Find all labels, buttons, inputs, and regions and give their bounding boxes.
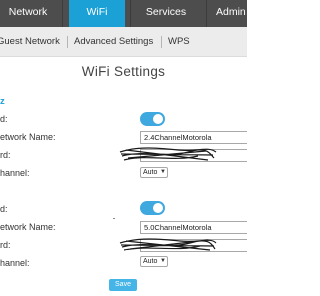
tab-network[interactable]: Network xyxy=(0,0,56,27)
toggle-knob xyxy=(153,114,163,124)
password-label: rd: xyxy=(0,150,11,160)
save-button[interactable]: Save xyxy=(109,279,137,291)
tab-wifi[interactable]: WiFi xyxy=(69,0,125,27)
router-wifi-settings-page: Network WiFi Services Admin Guest Networ… xyxy=(0,0,247,296)
topnav-divider xyxy=(206,0,207,27)
tab-admin[interactable]: Admin xyxy=(216,0,247,27)
subnav-divider xyxy=(67,36,68,48)
redaction-scribble xyxy=(119,147,217,161)
subnav-guest-network[interactable]: Guest Network xyxy=(0,27,60,56)
wifi-5-enable-toggle[interactable] xyxy=(140,201,165,215)
topnav-divider xyxy=(62,0,63,27)
wifi-24-enable-toggle[interactable] xyxy=(140,112,165,126)
stray-mark xyxy=(113,218,115,219)
channel-label: hannel: xyxy=(0,258,30,268)
channel-select-value: Auto xyxy=(143,258,158,265)
wifi-24-network-name-input[interactable]: 2.4ChannelMotorola xyxy=(140,131,247,144)
sub-navigation: Guest Network Advanced Settings WPS xyxy=(0,27,247,57)
subnav-wps[interactable]: WPS xyxy=(168,27,190,56)
tab-services[interactable]: Services xyxy=(136,0,196,27)
wifi-enabled-label: d: xyxy=(0,204,8,214)
chevron-down-icon: ▼ xyxy=(160,169,166,175)
page-title: WiFi Settings xyxy=(81,64,166,79)
wifi-5-network-name-input[interactable]: 5.0ChannelMotorola xyxy=(140,221,247,234)
topnav-divider xyxy=(130,0,131,27)
band-section-label: z xyxy=(0,96,5,107)
subnav-advanced-settings[interactable]: Advanced Settings xyxy=(74,27,153,56)
subnav-divider xyxy=(161,36,162,48)
channel-label: hannel: xyxy=(0,168,30,178)
redaction-scribble xyxy=(119,238,217,251)
top-navigation: Network WiFi Services Admin xyxy=(0,0,247,27)
wifi-5-channel-select[interactable]: Auto ▼ xyxy=(140,256,168,267)
toggle-knob xyxy=(153,203,163,213)
network-name-label: etwork Name: xyxy=(0,132,56,142)
wifi-24-channel-select[interactable]: Auto ▼ xyxy=(140,167,168,178)
channel-select-value: Auto xyxy=(143,169,158,176)
wifi-enabled-label: d: xyxy=(0,114,8,124)
network-name-label: etwork Name: xyxy=(0,222,56,232)
chevron-down-icon: ▼ xyxy=(160,258,166,264)
password-label: rd: xyxy=(0,240,11,250)
